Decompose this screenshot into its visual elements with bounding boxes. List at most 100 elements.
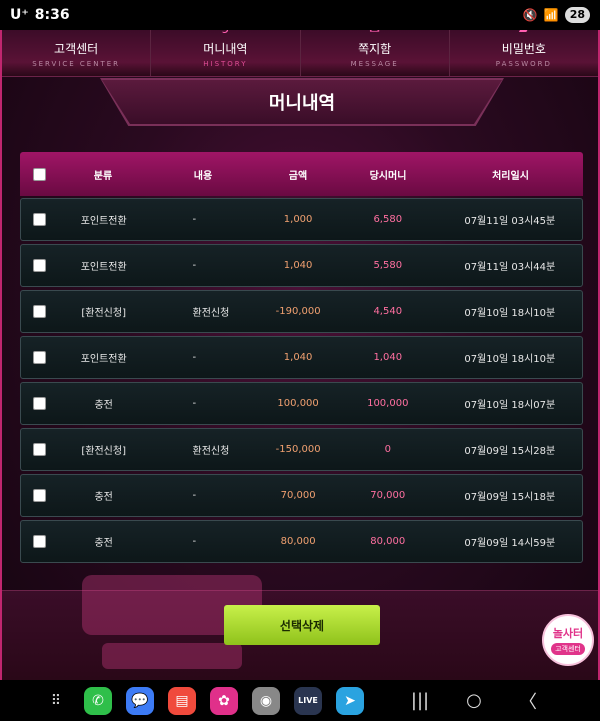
row-date: 07월11일 03시45분 bbox=[464, 216, 556, 227]
row-check-cell bbox=[21, 397, 59, 410]
row-content: - bbox=[192, 536, 197, 547]
row-category: 충전 bbox=[94, 538, 113, 549]
nav-label: 고객센터 bbox=[54, 42, 99, 56]
cs-label: 고객센터 bbox=[551, 643, 585, 655]
page-title: 머니내역 bbox=[268, 93, 336, 114]
header-category: 분류 bbox=[93, 170, 113, 182]
row-check-cell bbox=[21, 489, 59, 502]
nav-password[interactable]: ▰ 비밀번호 PASSWORD bbox=[450, 30, 598, 76]
row-content: - bbox=[192, 352, 197, 363]
row-category: 포인트전환 bbox=[80, 354, 127, 365]
row-amount: -190,000 bbox=[275, 306, 321, 317]
header-amount: 금액 bbox=[288, 170, 308, 182]
nav-message[interactable]: ✉ 쪽지함 MESSAGE bbox=[301, 30, 450, 76]
row-category: 포인트전환 bbox=[80, 216, 127, 227]
camera-icon[interactable]: ◉ bbox=[252, 686, 280, 715]
row-balance: 80,000 bbox=[370, 536, 406, 547]
row-content: 환전신청 bbox=[192, 446, 230, 457]
row-amount: 1,000 bbox=[283, 214, 313, 225]
row-checkbox[interactable] bbox=[33, 213, 47, 226]
nav-sublabel: SERVICE CENTER bbox=[32, 60, 121, 68]
row-date: 07월10일 18시10분 bbox=[464, 354, 556, 365]
mute-icon: 🔇 bbox=[522, 8, 538, 22]
telegram-icon[interactable]: ➤ bbox=[336, 686, 364, 715]
select-all-cell bbox=[20, 167, 58, 181]
row-balance: 70,000 bbox=[370, 490, 406, 501]
livescore-icon[interactable]: LIVE bbox=[294, 686, 322, 715]
row-content: - bbox=[192, 490, 197, 501]
row-checkbox[interactable] bbox=[33, 535, 47, 548]
row-date: 07월11일 03시44분 bbox=[464, 262, 556, 273]
row-checkbox[interactable] bbox=[33, 489, 47, 502]
table-row: 포인트전환 - 1,000 6,580 07월11일 03시45분 bbox=[20, 198, 583, 241]
nav-label: 머니내역 bbox=[203, 42, 248, 56]
row-check-cell bbox=[21, 305, 59, 318]
row-category: 충전 bbox=[94, 492, 113, 503]
apps-icon[interactable]: ⠿ bbox=[42, 687, 70, 715]
row-content: - bbox=[192, 398, 197, 409]
row-content: - bbox=[192, 214, 197, 225]
row-content: - bbox=[192, 260, 197, 271]
battery-indicator: 28 bbox=[564, 7, 590, 23]
row-check-cell bbox=[21, 443, 59, 456]
row-amount: 1,040 bbox=[283, 260, 313, 271]
nav-sublabel: PASSWORD bbox=[495, 60, 552, 68]
table-row: 포인트전환 - 1,040 5,580 07월11일 03시44분 bbox=[20, 244, 583, 287]
header-balance: 당시머니 bbox=[369, 170, 407, 182]
gallery-icon[interactable]: ✿ bbox=[210, 686, 238, 715]
nav-label: 쪽지함 bbox=[358, 42, 392, 56]
table-header: 분류 내용 금액 당시머니 처리일시 bbox=[20, 152, 583, 196]
nav-service-center[interactable]: 고객센터 SERVICE CENTER bbox=[2, 30, 152, 76]
row-category: [환전신청] bbox=[81, 446, 126, 457]
row-balance: 100,000 bbox=[367, 398, 409, 409]
row-checkbox[interactable] bbox=[33, 397, 47, 410]
top-nav: 고객센터 SERVICE CENTER ↄ 머니내역 HISTORY ✉ 쪽지함… bbox=[2, 30, 598, 77]
row-checkbox[interactable] bbox=[33, 259, 47, 272]
history-icon: ↄ bbox=[218, 30, 232, 36]
header-content: 내용 bbox=[193, 170, 213, 182]
row-category: 충전 bbox=[94, 400, 113, 411]
row-amount: 80,000 bbox=[280, 536, 316, 547]
nav-sublabel: MESSAGE bbox=[350, 60, 399, 68]
table-row: [환전신청] 환전신청 -150,000 0 07월09일 15시28분 bbox=[20, 428, 583, 471]
android-nav-bar: ⠿ ✆ 💬 ▤ ✿ ◉ LIVE ➤ ||| ○ 〈 bbox=[0, 680, 600, 721]
row-check-cell bbox=[21, 213, 59, 226]
row-date: 07월09일 15시28분 bbox=[464, 446, 556, 457]
phone-icon[interactable]: ✆ bbox=[84, 686, 112, 715]
nav-history[interactable]: ↄ 머니내역 HISTORY bbox=[151, 30, 301, 76]
delete-selected-button[interactable]: 선택삭제 bbox=[224, 605, 380, 645]
row-date: 07월09일 14시59분 bbox=[464, 538, 556, 549]
row-content: 환전신청 bbox=[192, 308, 230, 319]
home-button[interactable]: ○ bbox=[454, 690, 494, 711]
carrier-label: U⁺ bbox=[10, 7, 29, 23]
row-date: 07월10일 18시10분 bbox=[464, 308, 556, 319]
row-amount: 70,000 bbox=[280, 490, 316, 501]
customer-service-badge[interactable]: 놀사터 고객센터 bbox=[542, 614, 594, 666]
table-row: 충전 - 70,000 70,000 07월09일 15시18분 bbox=[20, 474, 583, 517]
row-check-cell bbox=[21, 535, 59, 548]
nav-label: 비밀번호 bbox=[501, 42, 546, 56]
table-row: 포인트전환 - 1,040 1,040 07월10일 18시10분 bbox=[20, 336, 583, 379]
row-checkbox[interactable] bbox=[33, 443, 47, 456]
back-button[interactable]: 〈 bbox=[508, 688, 548, 714]
table-row: 충전 - 100,000 100,000 07월10일 18시07분 bbox=[20, 382, 583, 425]
messages-icon[interactable]: 💬 bbox=[126, 686, 154, 715]
wifi-icon: 📶 bbox=[543, 8, 559, 22]
cs-logo: 놀사터 bbox=[552, 627, 584, 640]
row-amount: 100,000 bbox=[277, 398, 319, 409]
envelope-icon: ✉ bbox=[368, 30, 382, 36]
row-date: 07월09일 15시18분 bbox=[464, 492, 556, 503]
row-balance: 1,040 bbox=[373, 352, 403, 363]
clock: 8:36 bbox=[34, 7, 70, 23]
nav-sublabel: HISTORY bbox=[203, 60, 248, 68]
notes-icon[interactable]: ▤ bbox=[168, 686, 196, 715]
recents-button[interactable]: ||| bbox=[400, 690, 440, 711]
row-checkbox[interactable] bbox=[33, 305, 47, 318]
row-balance: 5,580 bbox=[373, 260, 403, 271]
select-all-checkbox[interactable] bbox=[32, 167, 46, 181]
row-checkbox[interactable] bbox=[33, 351, 47, 364]
row-category: [환전신청] bbox=[81, 308, 126, 319]
header-date: 처리일시 bbox=[492, 170, 529, 182]
money-history-table: 분류 내용 금액 당시머니 처리일시 포인트전환 - 1,000 6,580 0… bbox=[20, 152, 583, 563]
row-amount: -150,000 bbox=[275, 444, 321, 455]
